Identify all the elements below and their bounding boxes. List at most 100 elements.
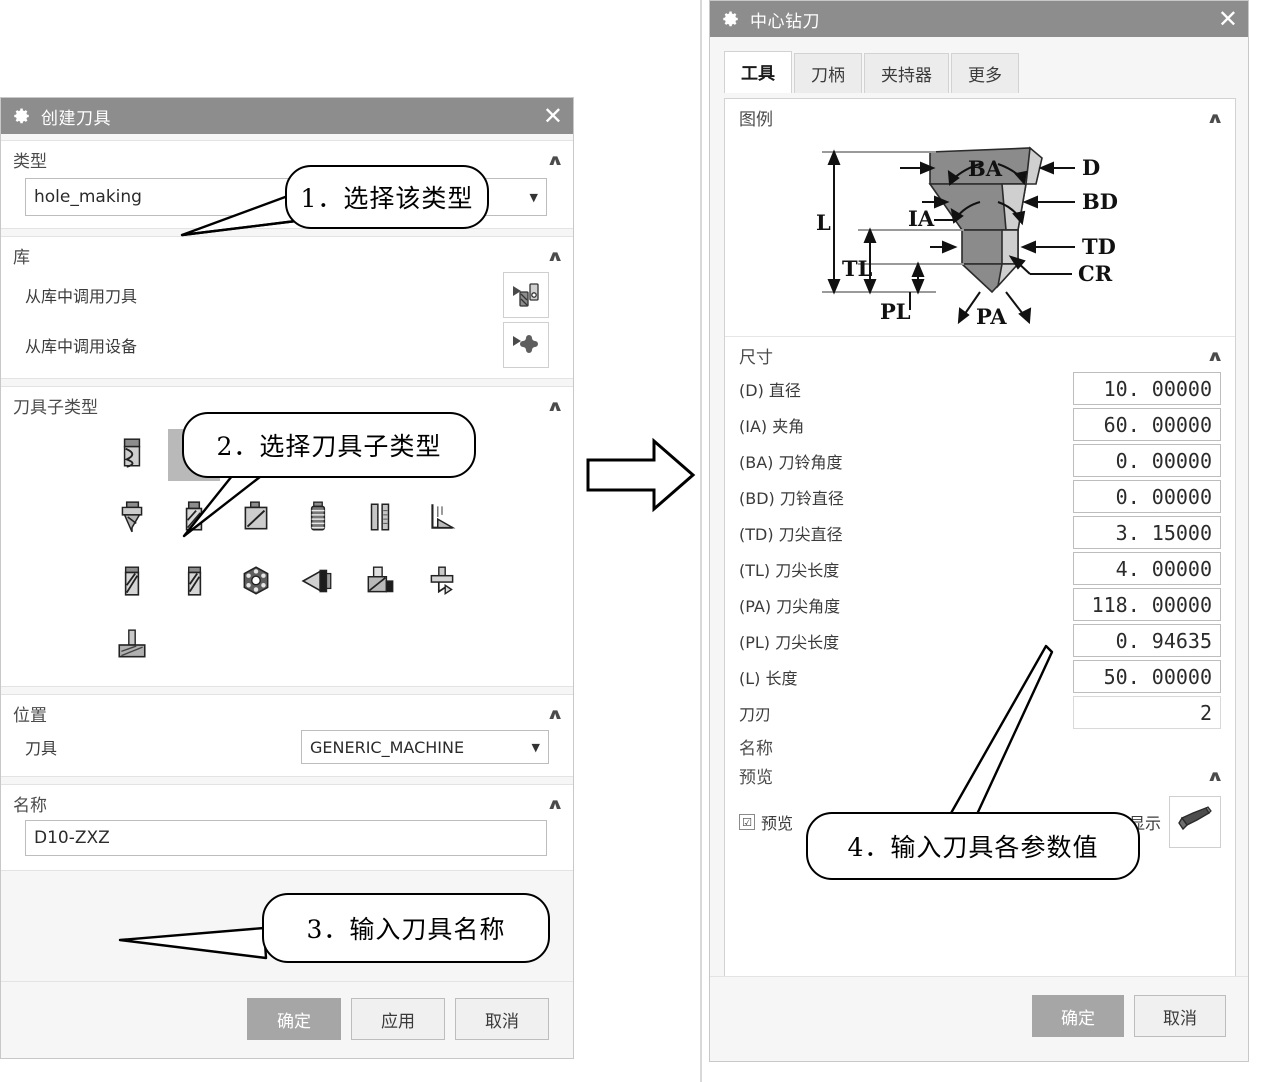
svg-text:L: L <box>816 210 831 235</box>
subtype-cell-t-slot-icon[interactable] <box>101 618 163 676</box>
subtype-cell-twist-drill-icon[interactable] <box>101 426 163 484</box>
legend-section-header[interactable]: 图例 ∧ <box>725 99 1235 131</box>
cancel-button[interactable]: 取消 <box>455 998 549 1040</box>
tool-diagram: L TL PL D BD TD CR BA IA PA <box>725 130 1235 336</box>
subtype-cell-drill-spiral-icon[interactable] <box>101 554 163 612</box>
dimension-input[interactable]: 118. 00000 <box>1073 588 1221 621</box>
legend-section: 图例 ∧ L TL PL D BD TD CR BA IA PA <box>725 99 1235 337</box>
subtype-cell-engraving-tool-icon[interactable] <box>287 554 349 612</box>
dimension-input[interactable]: 0. 00000 <box>1073 444 1221 477</box>
legend-section-title: 图例 <box>739 110 773 130</box>
cancel-button[interactable]: 取消 <box>1134 995 1226 1037</box>
t-cutter-icon <box>425 564 459 602</box>
center-drill-title: 中心钻刀 <box>750 11 820 32</box>
svg-text:TL: TL <box>842 256 873 281</box>
dimension-input[interactable]: 10. 00000 <box>1073 372 1221 405</box>
position-row-label: 刀具 <box>25 739 58 758</box>
position-section-title: 位置 <box>13 706 47 726</box>
dimensions-section-header[interactable]: 尺寸 ∧ <box>725 337 1235 370</box>
create-tool-title: 创建刀具 <box>41 108 111 129</box>
type-select-value: hole_making <box>34 187 142 207</box>
chevron-up-icon[interactable]: ∧ <box>546 795 564 813</box>
dimension-input[interactable]: 0. 94635 <box>1073 624 1221 657</box>
callout-4-text: 4．输入刀具各参数值 <box>847 833 1099 862</box>
subtype-cell-back-spotface-icon[interactable] <box>349 490 411 548</box>
chevron-up-icon[interactable]: ∧ <box>1206 109 1224 127</box>
tab-3[interactable]: 更多 <box>951 53 1019 93</box>
subtype-cell-t-cutter-icon[interactable] <box>411 554 473 612</box>
tool-name-input[interactable]: D10-ZXZ <box>25 820 547 856</box>
dimension-row: (TL) 刀尖长度 4. 00000 <box>739 552 1221 588</box>
svg-text:IA: IA <box>908 206 935 231</box>
indexable-drill-icon <box>239 564 273 602</box>
dimension-input[interactable]: 60. 00000 <box>1073 408 1221 441</box>
tool-preview-icon[interactable] <box>1169 796 1221 848</box>
tab-2[interactable]: 夹持器 <box>864 53 949 93</box>
dimension-label: (IA) 夹角 <box>739 416 805 436</box>
center-drill-titlebar: 中心钻刀 ✕ <box>710 1 1248 37</box>
dimension-label: (BA) 刀铃角度 <box>739 452 843 472</box>
subtype-cell-chamfer-mill-icon[interactable] <box>411 490 473 548</box>
dimension-value: 60. 00000 <box>1103 412 1212 437</box>
center-drill-footer: 确定 取消 <box>710 976 1248 1061</box>
svg-text:TD: TD <box>1082 234 1116 259</box>
svg-text:BD: BD <box>1082 189 1118 214</box>
subtype-cell-indexable-drill-icon[interactable] <box>225 554 287 612</box>
dimension-value: 10. 00000 <box>1103 376 1212 401</box>
dimension-label: 刀刃 <box>739 704 772 724</box>
back-spotface-icon <box>363 500 397 538</box>
position-row: 刀具 GENERIC_MACHINE ▼ <box>1 728 573 776</box>
position-section-header[interactable]: 位置 ∧ <box>1 695 573 728</box>
subtype-cell-thread-mill-icon[interactable] <box>349 554 411 612</box>
dimension-label: (L) 长度 <box>739 668 798 688</box>
subtype-cell-drill-spiral2-icon[interactable] <box>163 554 225 612</box>
preview-checkbox[interactable]: ☑ 预览 <box>739 810 793 834</box>
type-section-header[interactable]: 类型 ∧ <box>1 141 573 174</box>
chevron-up-icon[interactable]: ∧ <box>1206 347 1224 365</box>
dimension-value: 4. 00000 <box>1115 556 1212 581</box>
dimension-value: 0. 00000 <box>1115 448 1212 473</box>
tool-library-icon[interactable] <box>503 272 549 318</box>
dimension-row: (D) 直径 10. 00000 <box>739 372 1221 408</box>
tab-0[interactable]: 工具 <box>724 51 792 93</box>
dimension-value: 118. 00000 <box>1091 592 1212 617</box>
subtype-cell-countersink-icon[interactable] <box>101 490 163 548</box>
name-section-header[interactable]: 名称 ∧ <box>1 785 573 818</box>
close-icon[interactable]: ✕ <box>1218 7 1238 31</box>
thread-mill-icon <box>363 564 397 602</box>
svg-text:D: D <box>1082 155 1100 180</box>
chamfer-mill-icon <box>425 500 459 538</box>
callout-3-text: 3．输入刀具名称 <box>306 915 506 944</box>
tab-1[interactable]: 刀柄 <box>794 53 862 93</box>
apply-button[interactable]: 应用 <box>351 998 445 1040</box>
ok-button[interactable]: 确定 <box>1032 995 1124 1037</box>
position-section: 位置 ∧ 刀具 GENERIC_MACHINE ▼ <box>1 694 573 777</box>
machine-select[interactable]: GENERIC_MACHINE ▼ <box>301 730 549 764</box>
dimension-input[interactable]: 2 <box>1073 696 1221 729</box>
dimension-input[interactable]: 50. 00000 <box>1073 660 1221 693</box>
chevron-up-icon[interactable]: ∧ <box>546 151 564 169</box>
tool-subtype-title: 刀具子类型 <box>13 398 98 418</box>
chevron-up-icon[interactable]: ∧ <box>546 247 564 265</box>
create-tool-footer: 确定 应用 取消 <box>1 981 573 1058</box>
dimension-input[interactable]: 3. 15000 <box>1073 516 1221 549</box>
chevron-up-icon[interactable]: ∧ <box>546 705 564 723</box>
close-icon[interactable]: ✕ <box>543 104 563 128</box>
dimension-label: (D) 直径 <box>739 380 801 400</box>
dimension-row: (TD) 刀尖直径 3. 15000 <box>739 516 1221 552</box>
library-row-tool: 从库中调用刀具 <box>1 270 573 320</box>
dimension-input[interactable]: 0. 00000 <box>1073 480 1221 513</box>
dimension-value: 0. 94635 <box>1115 628 1212 653</box>
preview-section-title: 预览 <box>739 768 773 788</box>
t-slot-icon <box>115 628 149 666</box>
svg-text:PL: PL <box>880 299 911 324</box>
dimension-value: 0. 00000 <box>1115 484 1212 509</box>
chevron-up-icon[interactable]: ∧ <box>1206 767 1224 785</box>
tab-strip: 工具 刀柄 夹持器 更多 <box>710 51 1248 93</box>
gear-icon <box>13 107 31 125</box>
dimension-row: (BA) 刀铃角度 0. 00000 <box>739 444 1221 480</box>
device-library-icon[interactable] <box>503 322 549 368</box>
ok-button[interactable]: 确定 <box>247 998 341 1040</box>
dimension-input[interactable]: 4. 00000 <box>1073 552 1221 585</box>
chevron-up-icon[interactable]: ∧ <box>546 397 564 415</box>
